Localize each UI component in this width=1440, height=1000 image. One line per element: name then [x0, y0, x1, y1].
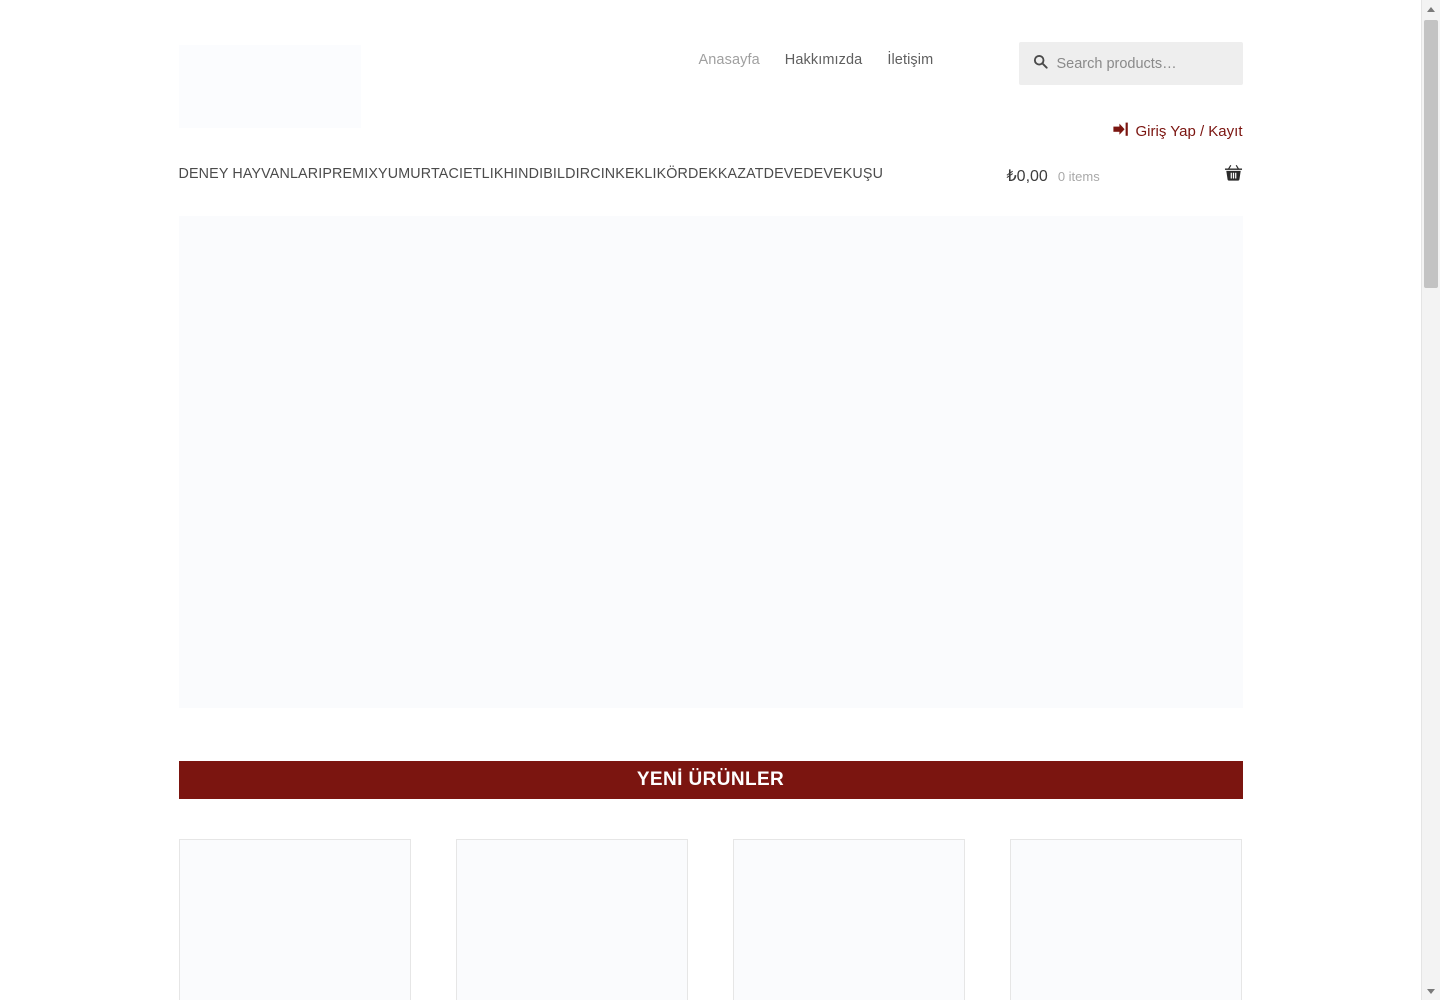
search-input[interactable]	[1056, 55, 1229, 72]
login-register-link[interactable]: Giriş Yap / Kayıt	[1112, 122, 1243, 141]
hero-slider[interactable]	[178, 216, 1243, 708]
site-header: Anasayfa Hakkımızda İletişim Search prod…	[0, 0, 1421, 150]
vertical-scrollbar[interactable]	[1421, 0, 1440, 1000]
category-item-hindi[interactable]: HINDI	[504, 166, 544, 182]
category-menu: DENEY HAYVANLARI PREMIX YUMURTACI ETLIK …	[179, 166, 884, 182]
category-item-keklik[interactable]: KEKLIK	[615, 166, 666, 182]
product-thumbnail	[733, 840, 964, 1000]
product-card[interactable]	[1009, 839, 1242, 1000]
product-thumbnail	[1010, 840, 1241, 1000]
new-products-section: YENİ ÜRÜNLER	[178, 761, 1243, 1000]
product-grid	[178, 839, 1243, 1000]
product-card[interactable]	[178, 839, 411, 1000]
scrollbar-thumb[interactable]	[1424, 20, 1438, 288]
nav-item-iletisim[interactable]: İletişim	[887, 52, 933, 68]
category-item-premix[interactable]: PREMIX	[322, 166, 378, 182]
product-thumbnail	[456, 840, 687, 1000]
category-item-etlik[interactable]: ETLIK	[463, 166, 503, 182]
product-card[interactable]	[455, 839, 688, 1000]
cart-item-count: 0 items	[1057, 168, 1100, 184]
new-products-banner: YENİ ÜRÜNLER	[178, 761, 1243, 799]
nav-item-hakkimizda[interactable]: Hakkımızda	[785, 52, 863, 68]
login-register-label: Giriş Yap / Kayıt	[1135, 123, 1243, 140]
category-item-yumurtaci[interactable]: YUMURTACI	[378, 166, 463, 182]
page-canvas: Anasayfa Hakkımızda İletişim Search prod…	[0, 0, 1421, 1000]
cart-totals: ₺0,00 0 items	[993, 166, 1100, 186]
scroll-up-arrow[interactable]	[1422, 0, 1440, 18]
hero-container	[178, 216, 1243, 708]
chevron-up-icon	[1427, 6, 1435, 12]
category-item-devekusu[interactable]: DEVEKUŞU	[803, 166, 883, 182]
cart-area[interactable]: ₺0,00 0 items	[993, 164, 1243, 187]
cart-amount: ₺0,00	[1006, 167, 1048, 185]
search-icon	[1033, 54, 1048, 74]
shopping-basket-icon[interactable]	[1224, 164, 1243, 187]
category-item-ordek[interactable]: ÖRDEK	[666, 166, 718, 182]
chevron-down-icon	[1427, 988, 1435, 994]
category-item-kaz[interactable]: KAZ	[718, 166, 746, 182]
primary-navigation: Anasayfa Hakkımızda İletişim	[699, 52, 934, 68]
new-products-title: YENİ ÜRÜNLER	[636, 769, 785, 790]
category-item-at[interactable]: AT	[746, 166, 764, 182]
browser-viewport: Anasayfa Hakkımızda İletişim Search prod…	[0, 0, 1440, 1000]
category-item-deney-hayvanlari[interactable]: DENEY HAYVANLARI	[179, 166, 323, 182]
product-card[interactable]	[732, 839, 965, 1000]
product-thumbnail	[179, 840, 410, 1000]
sign-in-icon	[1112, 122, 1129, 141]
product-search-form[interactable]	[1018, 42, 1243, 85]
scroll-down-arrow[interactable]	[1422, 982, 1440, 1000]
category-item-bildircin[interactable]: BILDIRCIN	[543, 166, 615, 182]
site-logo[interactable]	[178, 45, 361, 128]
category-bar: DENEY HAYVANLARI PREMIX YUMURTACI ETLIK …	[0, 150, 1421, 212]
nav-item-anasayfa[interactable]: Anasayfa	[699, 52, 760, 68]
category-item-deve[interactable]: DEVE	[764, 166, 804, 182]
